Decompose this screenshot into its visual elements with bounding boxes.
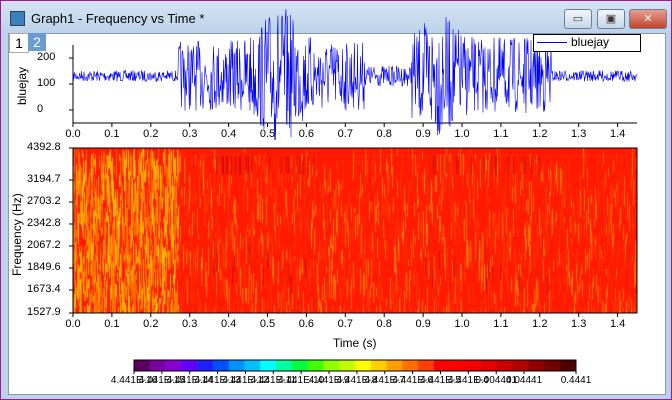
colorbar-segment: [228, 360, 245, 371]
top-xtick-label: 0.1: [104, 128, 120, 140]
spec-xtick-label: 0.3: [182, 318, 198, 330]
top-xtick-label: 0.6: [298, 128, 315, 140]
colorbar-segment: [197, 360, 214, 371]
spec-ytick-label: 1673.4: [27, 283, 61, 295]
colorbar-segment: [370, 360, 387, 371]
legend[interactable]: bluejay: [533, 34, 641, 52]
colorbar-segment: [449, 360, 466, 371]
spec-xtick-label: 0.1: [104, 318, 120, 330]
colorbar-segment: [276, 360, 293, 371]
colorbar-segment: [323, 360, 340, 371]
colorbar-segment: [149, 360, 166, 371]
colorbar-segment: [307, 360, 324, 371]
colorbar-segment: [244, 360, 261, 371]
colorbar-segment: [134, 360, 151, 371]
spec-ytick-label: 3194.7: [27, 173, 61, 185]
spec-xtick-label: 0.8: [376, 318, 392, 330]
legend-line: [537, 42, 567, 43]
colorbar-segment: [386, 360, 403, 371]
spec-ytick-label: 1849.6: [27, 261, 61, 273]
spec-xtick-label: 0.9: [415, 318, 431, 330]
top-xtick-label: 1.2: [532, 128, 548, 140]
colorbar-tick-label: 0.4441: [560, 375, 592, 386]
top-xtick-label: 0.2: [143, 128, 159, 140]
colorbar-segment: [181, 360, 198, 371]
spec-xtick-label: 1.0: [454, 318, 470, 330]
spec-xtick-label: 0.7: [337, 318, 353, 330]
spectrogram-xlabel: Time (s): [333, 336, 377, 350]
spectrogram-ylabel: Frequency (Hz): [10, 193, 24, 276]
spec-ytick-label: 1527.9: [27, 306, 61, 318]
colorbar-segment: [339, 360, 356, 371]
top-xtick-label: 0.3: [182, 128, 198, 140]
spec-ytick-label: 2067.2: [27, 239, 61, 251]
colorbar-segment: [165, 360, 182, 371]
top-xtick-label: 1.1: [493, 128, 509, 140]
top-ylabel: bluejay: [15, 66, 29, 105]
spec-xtick-label: 1.4: [609, 318, 626, 330]
colorbar-segment: [528, 360, 545, 371]
colorbar-segment: [418, 360, 435, 371]
colorbar-segment: [497, 360, 514, 371]
spec-ytick-label: 2342.8: [27, 217, 61, 229]
colorbar-segment: [481, 360, 498, 371]
legend-label: bluejay: [571, 35, 610, 49]
spec-xtick-label: 1.2: [532, 318, 548, 330]
colorbar-tick-label: 0.04441: [505, 375, 543, 386]
top-xtick-label: 0.7: [337, 128, 353, 140]
top-xtick-label: 0.0: [65, 128, 81, 140]
colorbar-segment: [544, 360, 561, 371]
spec-xtick-label: 1.3: [571, 318, 587, 330]
spec-xtick-label: 0.5: [259, 318, 276, 330]
colorbar-segment: [512, 360, 529, 371]
colorbar-segment: [560, 360, 577, 371]
top-xtick-label: 1.3: [571, 128, 587, 140]
top-ytick-label: 100: [37, 77, 56, 89]
colorbar-segment: [212, 360, 230, 371]
spec-xtick-label: 0.6: [298, 318, 315, 330]
spec-xtick-label: 0.0: [65, 318, 81, 330]
top-ytick-label: 0: [37, 103, 44, 115]
top-ytick-label: 200: [37, 51, 56, 63]
colorbar-segment: [260, 360, 277, 371]
top-xtick-label: 1.0: [454, 128, 470, 140]
colorbar-segment: [465, 360, 482, 371]
colorbar-segment: [355, 360, 372, 371]
waveform-line: [72, 9, 638, 140]
colorbar-segment: [433, 360, 451, 371]
top-xtick-label: 1.4: [609, 128, 626, 140]
top-xtick-label: 0.5: [259, 128, 276, 140]
top-xtick-label: 0.8: [376, 128, 392, 140]
top-xtick-label: 0.4: [220, 128, 237, 140]
spectrogram-frame: [72, 147, 638, 314]
top-xtick-label: 0.9: [415, 128, 431, 140]
spec-xtick-label: 0.4: [220, 318, 237, 330]
spec-xtick-label: 1.1: [493, 318, 509, 330]
colorbar-segment: [402, 360, 419, 371]
spec-xtick-label: 0.2: [143, 318, 159, 330]
spec-ytick-label: 2703.2: [27, 195, 61, 207]
spec-ytick-label: 4392.8: [27, 141, 61, 153]
colorbar-segment: [291, 360, 308, 371]
